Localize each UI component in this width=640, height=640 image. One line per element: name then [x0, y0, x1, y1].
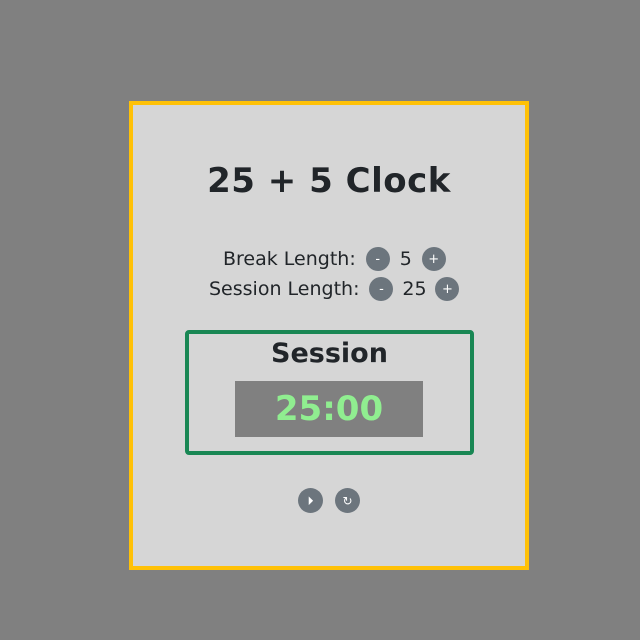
session-length-row: Session Length: - 25 +: [209, 276, 460, 302]
break-length-row: Break Length: - 5 +: [223, 246, 446, 272]
break-length-label: Break Length:: [223, 248, 356, 270]
clock-card: 25 + 5 Clock Break Length: - 5 + Session…: [129, 101, 529, 570]
break-decrement-button[interactable]: -: [365, 247, 390, 271]
session-decrement-button[interactable]: -: [369, 277, 394, 301]
reset-icon: ↻: [342, 493, 353, 508]
page-title: 25 + 5 Clock: [207, 161, 451, 201]
session-increment-button[interactable]: +: [435, 277, 460, 301]
reset-button[interactable]: ↻: [335, 488, 360, 513]
timer-label: Session: [271, 338, 388, 369]
session-length-value: 25: [402, 278, 427, 300]
session-length-label: Session Length:: [209, 278, 360, 300]
timer-panel: Session 25:00: [185, 330, 474, 455]
start-stop-button[interactable]: ⏵: [298, 488, 323, 513]
time-left-display: 25:00: [235, 381, 423, 437]
timer-controls: ⏵ ↻: [133, 488, 525, 513]
break-increment-button[interactable]: +: [421, 247, 446, 271]
play-pause-icon: ⏵: [307, 493, 314, 508]
break-length-value: 5: [399, 248, 412, 270]
